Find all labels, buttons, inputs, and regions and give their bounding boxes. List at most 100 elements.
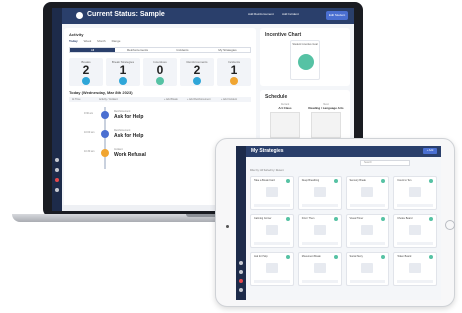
tab-today[interactable]: Today [69, 39, 78, 43]
status-badge [429, 179, 433, 183]
strategy-card-title: Token Board [397, 255, 412, 258]
tab-month[interactable]: Month [97, 39, 105, 43]
sidebar-students-icon[interactable] [239, 270, 243, 274]
strategy-image [409, 187, 422, 197]
segment-all[interactable]: All [70, 48, 115, 52]
strategy-card[interactable]: Token Board [393, 252, 437, 286]
sidebar-alerts-icon[interactable] [55, 178, 59, 182]
page-title: My Strategies [251, 148, 284, 154]
add-reinforcement-link[interactable]: + Add Reinforcement [187, 98, 210, 101]
strategy-card-title: Count to Ten [397, 179, 412, 182]
add-incident-link[interactable]: + Add Incident [221, 98, 237, 101]
strategy-image [361, 187, 374, 197]
strategy-image [409, 225, 422, 235]
strategy-card[interactable]: Ask for Help [250, 252, 294, 286]
strategy-card[interactable]: Choice Board [393, 214, 437, 248]
app-header: Current Status: Sample Add Reinforcement… [62, 8, 354, 24]
stat-breaks[interactable]: Breaks 2 [69, 58, 103, 86]
stat-value: 2 [193, 63, 201, 77]
sidebar-students-icon[interactable] [55, 168, 59, 172]
incentive-goal-label: Student Incentive Goal [292, 43, 318, 46]
schedule-current[interactable]: Current Art Class [266, 103, 304, 138]
search-input[interactable]: Search [360, 160, 410, 166]
sidebar-settings-icon[interactable] [239, 288, 243, 292]
status-badge [381, 255, 386, 259]
stat-value: 0 [156, 63, 164, 77]
card-footer [254, 204, 290, 207]
timeline-entry[interactable]: 10:00 am Reinforcement Ask for Help [84, 128, 204, 142]
stat-incidents[interactable]: Incidents 1 [217, 58, 251, 86]
sidebar-alerts-icon[interactable] [239, 279, 243, 283]
strategy-card-title: Sensory Break [349, 179, 366, 182]
sidebar-settings-icon[interactable] [55, 188, 59, 192]
strategy-icon [119, 77, 127, 85]
tab-range[interactable]: Range [112, 39, 121, 43]
sidebar-home-icon[interactable] [239, 261, 243, 265]
card-footer [254, 280, 290, 283]
strategy-image [409, 263, 422, 273]
reinforcement-icon [101, 111, 109, 119]
strategy-card[interactable]: Sensory Break [345, 176, 390, 210]
incentive-chart-title: Incentive Chart [265, 32, 302, 38]
clock-icon [82, 77, 90, 85]
strategy-card[interactable]: Calming Corner [250, 214, 294, 248]
status-badge [429, 217, 433, 221]
timeline-entry[interactable]: 9:30 am Reinforcement Ask for Help [84, 109, 204, 123]
activity-range-tabs: Today Week Month Range [69, 39, 120, 43]
stat-break-strategies[interactable]: Break Strategies 1 [106, 58, 140, 86]
segment-my-strategies[interactable]: My Strategies [205, 48, 250, 52]
stat-value: 1 [119, 63, 127, 77]
add-break-link[interactable]: + Add Break [164, 98, 178, 101]
strategy-card[interactable]: Social Story [345, 252, 390, 286]
strategy-grid: Take a Break Card Deep Breathing Sensory… [250, 176, 437, 286]
strategy-card[interactable]: Take a Break Card [250, 176, 294, 210]
status-badge [285, 255, 290, 259]
status-badge [333, 255, 338, 259]
col-at-time: At Time [72, 98, 81, 101]
strategy-card[interactable]: Visual Timer [345, 214, 390, 248]
card-footer [397, 242, 433, 245]
incident-icon [101, 149, 109, 157]
status-badge [333, 217, 338, 221]
timeline-entry[interactable]: 10:30 am Incident Work Refusal [84, 147, 204, 161]
edit-student-button[interactable]: Edit Student [326, 11, 348, 20]
stat-incentives[interactable]: Incentives 0 [143, 58, 177, 86]
entry-kind: Reinforcement [114, 110, 131, 113]
status-badge [333, 179, 338, 183]
strategy-card-title: Deep Breathing [301, 179, 320, 182]
stat-reinforcements[interactable]: Reinforcements 2 [180, 58, 214, 86]
tablet-screen: My Strategies + Add Search Filter by: Al… [236, 146, 441, 300]
schedule-title: Schedule [265, 94, 288, 100]
tab-week[interactable]: Week [84, 39, 92, 43]
tablet-sidebar [236, 146, 246, 300]
tablet-header: My Strategies + Add [246, 146, 441, 157]
sidebar-home-icon[interactable] [55, 158, 59, 162]
segment-reinforcements[interactable]: Reinforcements [115, 48, 160, 52]
entry-label: Ask for Help [114, 133, 144, 139]
strategy-card[interactable]: Movement Break [297, 252, 342, 286]
art-class-image [270, 112, 300, 138]
entry-time: 9:30 am [84, 112, 94, 115]
schedule-next[interactable]: Next Reading / Language Arts [307, 103, 345, 138]
segment-incidents[interactable]: Incidents [160, 48, 205, 52]
add-incident-action[interactable]: Add Incident [282, 12, 299, 16]
col-activity: Activity / Incident [99, 98, 118, 101]
app-logo-icon [76, 12, 83, 19]
add-strategy-button[interactable]: + Add [423, 148, 437, 154]
schedule-col-item: Art Class [278, 106, 292, 110]
filter-bar[interactable]: Filter by: All Sorted by: Recent [250, 169, 284, 172]
card-footer [254, 242, 290, 245]
timeline-column-header: At Time Activity / Incident + Add Break … [69, 97, 251, 102]
card-footer [349, 242, 386, 245]
strategy-card[interactable]: Count to Ten [393, 176, 437, 210]
card-footer [349, 204, 386, 207]
incentive-goal-tile[interactable]: Student Incentive Goal [290, 40, 320, 80]
status-badge [381, 217, 386, 221]
strategy-card[interactable]: First / Then [297, 214, 342, 248]
trophy-icon [156, 77, 164, 85]
strategy-card[interactable]: Deep Breathing [297, 176, 342, 210]
status-badge [285, 217, 290, 221]
strategy-card-title: First / Then [301, 217, 315, 220]
activity-stats: Breaks 2 Break Strategies 1 Incentives 0… [69, 58, 251, 86]
add-reinforcement-action[interactable]: Add Reinforcement [248, 12, 274, 16]
